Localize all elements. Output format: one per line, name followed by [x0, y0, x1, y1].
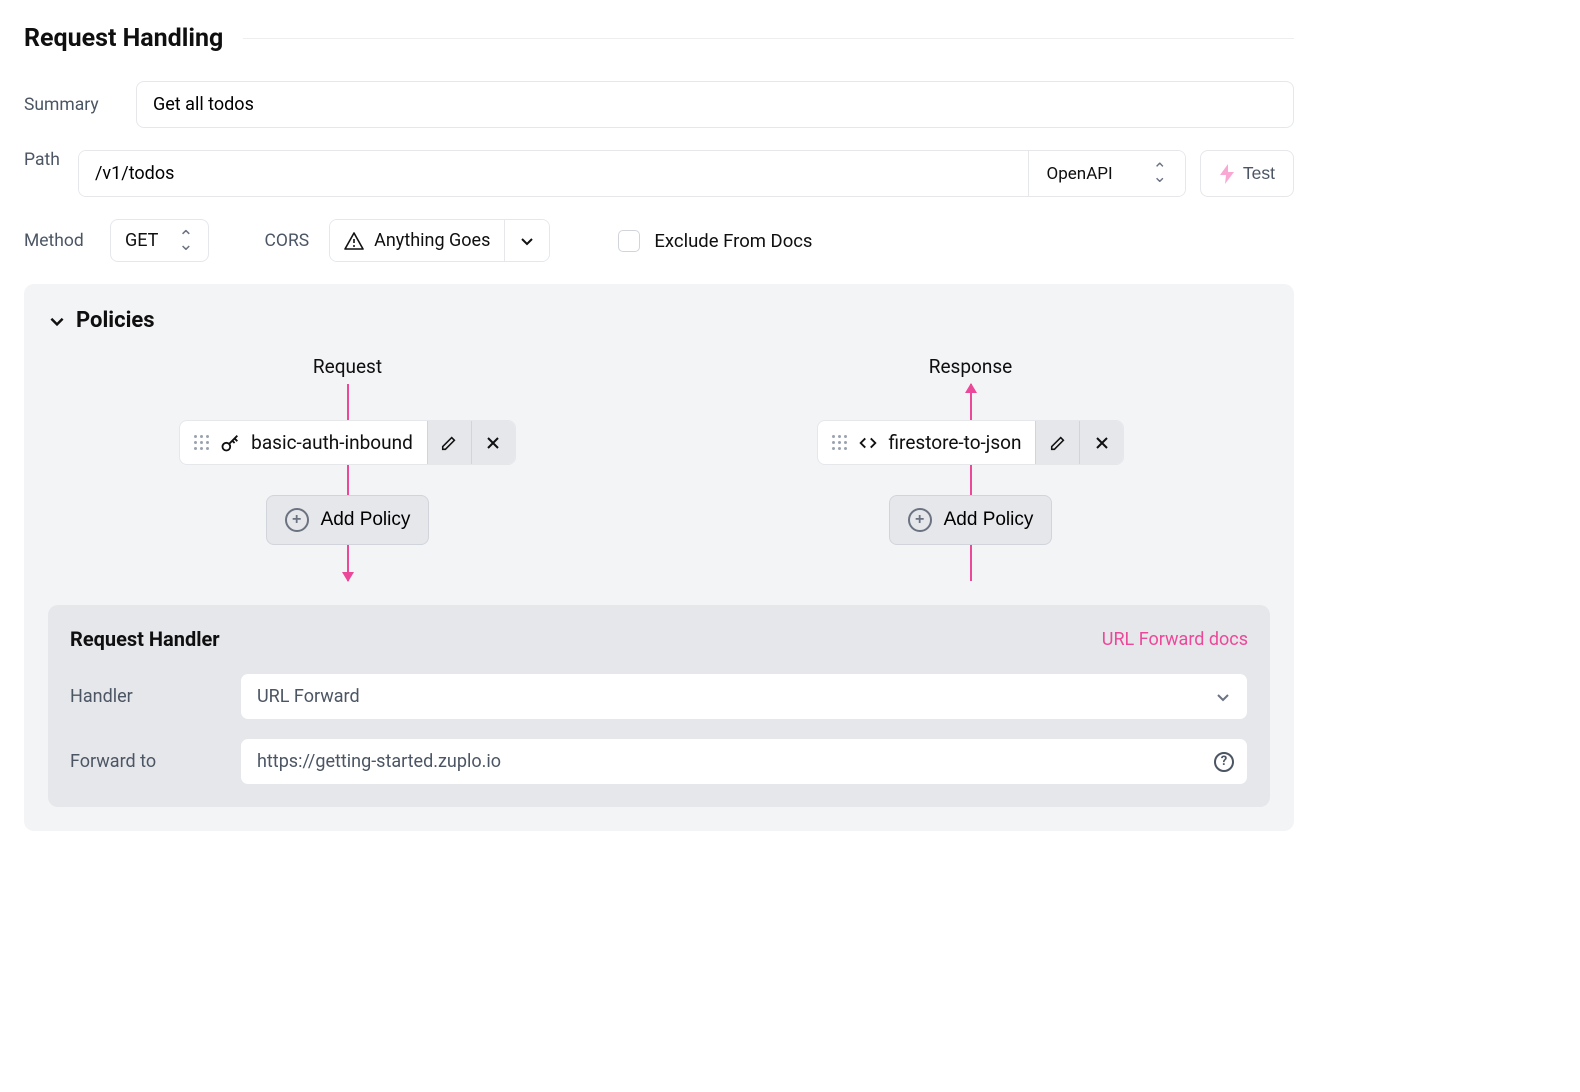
- forward-input[interactable]: [240, 738, 1248, 785]
- handler-title: Request Handler: [70, 627, 220, 651]
- flow-line: [347, 465, 349, 495]
- flow-line: [970, 465, 972, 495]
- openapi-label: OpenAPI: [1047, 164, 1113, 184]
- chevron-down-icon: [1215, 689, 1231, 705]
- close-icon: [1094, 435, 1110, 451]
- code-icon: [857, 432, 879, 454]
- add-policy-label: Add Policy: [944, 509, 1034, 531]
- plus-circle-icon: +: [908, 508, 932, 532]
- method-label: Method: [24, 231, 90, 251]
- forward-row: Forward to ?: [70, 738, 1248, 785]
- request-title: Request: [313, 355, 382, 378]
- page-title-text: Request Handling: [24, 24, 223, 53]
- exclude-wrap: Exclude From Docs: [618, 230, 812, 252]
- help-icon[interactable]: ?: [1214, 752, 1234, 772]
- path-input[interactable]: [79, 151, 1028, 196]
- handler-select-row: Handler URL Forward: [70, 673, 1248, 720]
- summary-row: Summary: [24, 81, 1294, 128]
- add-request-policy-button[interactable]: + Add Policy: [266, 495, 430, 545]
- exclude-checkbox[interactable]: [618, 230, 640, 252]
- policies-panel: Policies Request basic-auth-inbound: [24, 284, 1294, 831]
- path-input-group: OpenAPI ⌃⌄: [78, 150, 1186, 197]
- flow-row: Request basic-auth-inbound: [48, 355, 1270, 581]
- pencil-icon: [440, 434, 458, 452]
- cors-select-group: Anything Goes: [329, 219, 550, 262]
- handler-select[interactable]: URL Forward: [240, 673, 1248, 720]
- plus-circle-icon: +: [285, 508, 309, 532]
- flow-arrow-down: [347, 545, 349, 581]
- cors-value: Anything Goes: [374, 230, 490, 251]
- exclude-label: Exclude From Docs: [654, 230, 812, 252]
- response-policy-card: firestore-to-json: [817, 420, 1125, 465]
- flow-line: [347, 384, 349, 420]
- openapi-button[interactable]: OpenAPI ⌃⌄: [1028, 151, 1185, 196]
- test-label: Test: [1243, 163, 1275, 184]
- updown-icon: ⌃⌄: [178, 234, 193, 248]
- request-policy-card: basic-auth-inbound: [179, 420, 516, 465]
- warning-icon: [344, 232, 364, 250]
- flow-line: [970, 545, 972, 581]
- edit-policy-button[interactable]: [1035, 421, 1079, 464]
- updown-icon: ⌃⌄: [1153, 167, 1167, 181]
- request-column: Request basic-auth-inbound: [48, 355, 647, 581]
- drag-handle-icon[interactable]: [832, 435, 847, 450]
- close-icon: [485, 435, 501, 451]
- bolt-icon: [1219, 164, 1235, 184]
- drag-handle-icon[interactable]: [194, 435, 209, 450]
- summary-label: Summary: [24, 95, 116, 115]
- flow-arrow-up: [970, 384, 972, 420]
- handler-value: URL Forward: [257, 686, 360, 707]
- forward-label: Forward to: [70, 751, 220, 772]
- test-button[interactable]: Test: [1200, 150, 1294, 197]
- chevron-down-icon: [48, 312, 66, 330]
- cors-dropdown-button[interactable]: [504, 220, 549, 261]
- response-policy-name: firestore-to-json: [889, 431, 1022, 454]
- cors-label: CORS: [265, 231, 310, 251]
- handler-label: Handler: [70, 686, 220, 707]
- summary-input[interactable]: [136, 81, 1294, 128]
- path-row: Path OpenAPI ⌃⌄ Test: [24, 150, 1294, 197]
- key-icon: [219, 432, 241, 454]
- add-response-policy-button[interactable]: + Add Policy: [889, 495, 1053, 545]
- method-row: Method GET ⌃⌄ CORS Anything Goes Exclude…: [24, 219, 1294, 262]
- page-title: Request Handling: [24, 24, 1294, 53]
- chevron-down-icon: [519, 233, 535, 249]
- response-title: Response: [929, 355, 1012, 378]
- method-value: GET: [125, 230, 158, 251]
- cors-select[interactable]: Anything Goes: [330, 220, 504, 261]
- pencil-icon: [1049, 434, 1067, 452]
- forward-input-wrap: ?: [240, 738, 1248, 785]
- remove-policy-button[interactable]: [1079, 421, 1123, 464]
- method-select[interactable]: GET ⌃⌄: [110, 219, 209, 262]
- edit-policy-button[interactable]: [427, 421, 471, 464]
- request-policy-name: basic-auth-inbound: [251, 431, 413, 454]
- path-label: Path: [24, 150, 64, 197]
- policy-main[interactable]: basic-auth-inbound: [180, 421, 427, 464]
- remove-policy-button[interactable]: [471, 421, 515, 464]
- handler-docs-link[interactable]: URL Forward docs: [1102, 629, 1248, 650]
- add-policy-label: Add Policy: [321, 509, 411, 531]
- policy-main[interactable]: firestore-to-json: [818, 421, 1036, 464]
- response-column: Response firestore-to-json: [671, 355, 1270, 581]
- request-handler-panel: Request Handler URL Forward docs Handler…: [48, 605, 1270, 807]
- policies-heading: Policies: [76, 308, 155, 333]
- policies-toggle[interactable]: Policies: [48, 308, 1270, 333]
- handler-header: Request Handler URL Forward docs: [70, 627, 1248, 651]
